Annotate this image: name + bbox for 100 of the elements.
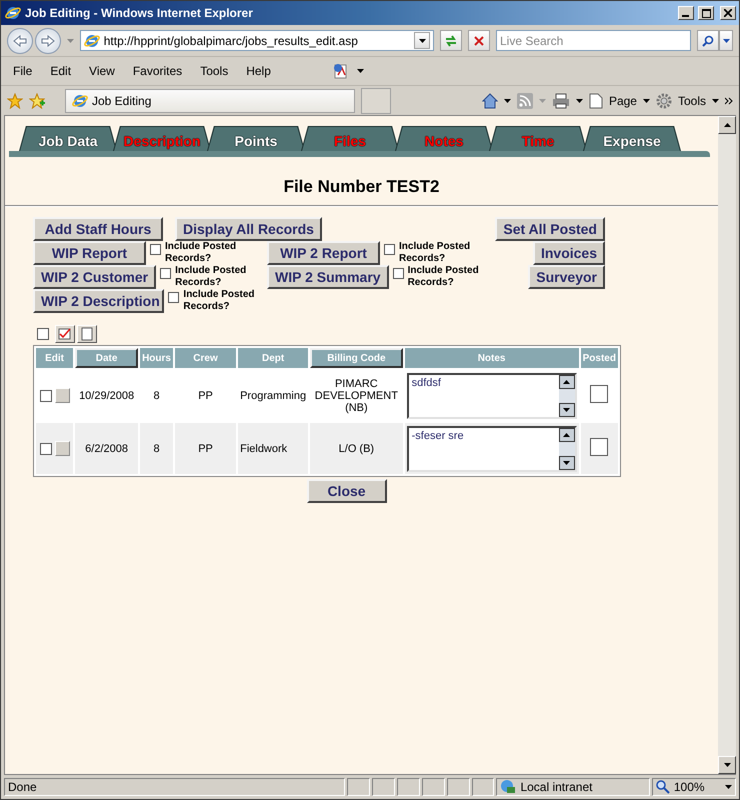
table-cell: L/O (B) bbox=[310, 423, 403, 474]
checkbox[interactable] bbox=[384, 244, 395, 255]
menu-item[interactable]: Tools bbox=[194, 64, 234, 78]
report-button[interactable]: WIP Report bbox=[33, 241, 146, 265]
table-cell: 6/2/2008 bbox=[75, 423, 138, 474]
zoom-icon bbox=[656, 780, 670, 794]
down-arrow-icon bbox=[66, 38, 74, 42]
down-arrow-icon bbox=[724, 763, 730, 767]
back-arrow-icon bbox=[12, 34, 27, 46]
stop-button[interactable] bbox=[468, 30, 490, 51]
star-icon[interactable] bbox=[7, 92, 23, 108]
posted-checkbox[interactable] bbox=[590, 438, 608, 456]
column-header: Posted bbox=[580, 348, 618, 368]
option-label: Include Posted Records? bbox=[165, 241, 238, 265]
forward-button[interactable] bbox=[34, 28, 61, 54]
close-page-button[interactable]: Close bbox=[306, 479, 386, 503]
action-button[interactable]: Add Staff Hours bbox=[33, 217, 163, 241]
up-arrow-icon bbox=[563, 380, 570, 384]
down-arrow-icon bbox=[576, 98, 583, 102]
browser-tab[interactable]: Job Editing bbox=[65, 88, 355, 112]
posted-checkbox[interactable] bbox=[590, 385, 608, 403]
report-button[interactable]: WIP 2 Description bbox=[33, 289, 164, 313]
search-button[interactable] bbox=[697, 30, 720, 51]
refresh-button[interactable] bbox=[440, 30, 462, 51]
menu-item[interactable]: View bbox=[83, 64, 121, 78]
globe-e-icon bbox=[5, 5, 21, 21]
table-cell: Fieldwork bbox=[238, 423, 308, 474]
checkbox[interactable] bbox=[150, 244, 161, 255]
page-icon bbox=[588, 92, 603, 108]
status-pane bbox=[372, 778, 396, 796]
row-checkbox[interactable] bbox=[40, 390, 52, 402]
down-arrow-icon bbox=[563, 408, 570, 412]
checkbox[interactable] bbox=[168, 292, 180, 303]
url-input[interactable]: http://hpprint/globalpimarc/jobs_results_edit.asp bbox=[104, 34, 410, 48]
down-arrow-icon bbox=[563, 460, 570, 464]
status-pane bbox=[446, 778, 470, 796]
maximize-icon bbox=[702, 8, 710, 18]
globe-e-icon bbox=[84, 32, 100, 48]
select-all-checkbox[interactable] bbox=[37, 328, 49, 340]
status-text: Done bbox=[8, 780, 37, 794]
page-tab[interactable]: Expense bbox=[583, 126, 681, 151]
down-arrow-icon bbox=[722, 38, 730, 42]
up-arrow-icon bbox=[724, 123, 730, 127]
report-button[interactable]: WIP 2 Summary bbox=[267, 265, 389, 289]
report-button[interactable]: WIP 2 Customer bbox=[33, 265, 156, 289]
check-icon bbox=[58, 328, 72, 340]
column-header: Hours bbox=[140, 348, 173, 368]
address-field[interactable]: http://hpprint/globalpimarc/jobs_results_edit.asp bbox=[80, 30, 434, 51]
action-button[interactable]: Invoices bbox=[532, 241, 605, 265]
minimize-button[interactable] bbox=[678, 6, 694, 20]
edit-button[interactable] bbox=[54, 441, 70, 456]
refresh-icon bbox=[444, 34, 458, 46]
back-button[interactable] bbox=[7, 28, 33, 54]
checkbox[interactable] bbox=[160, 268, 172, 279]
status-pane bbox=[472, 778, 494, 796]
globe-e-icon bbox=[72, 92, 88, 108]
dropdown-button[interactable] bbox=[414, 32, 430, 49]
window-title: Job Editing - Windows Internet Explorer bbox=[25, 6, 254, 20]
option-label: Include Posted Records? bbox=[408, 265, 480, 289]
row-checkbox[interactable] bbox=[40, 442, 52, 454]
edit-button[interactable] bbox=[54, 388, 70, 403]
close-button[interactable] bbox=[720, 6, 736, 20]
add-star-icon[interactable] bbox=[29, 92, 45, 108]
down-arrow-icon bbox=[712, 98, 719, 102]
maximize-button[interactable] bbox=[698, 6, 714, 20]
menu-item[interactable]: Favorites bbox=[126, 64, 188, 78]
menu-item[interactable]: Help bbox=[240, 64, 277, 78]
report-button[interactable]: WIP 2 Report bbox=[267, 241, 380, 265]
search-options-button[interactable] bbox=[719, 30, 733, 51]
notes-field[interactable]: sdfdsf bbox=[406, 372, 577, 418]
checkbox[interactable] bbox=[392, 268, 404, 279]
page-heading: File Number TEST2 bbox=[282, 177, 440, 197]
printer-icon[interactable] bbox=[552, 92, 570, 108]
down-arrow-icon bbox=[642, 98, 650, 102]
zone-text: Local intranet bbox=[520, 780, 592, 794]
command-menu[interactable]: Tools bbox=[678, 94, 706, 108]
status-pane bbox=[397, 778, 420, 796]
page-tab[interactable]: Job Data bbox=[19, 126, 117, 151]
search-input[interactable]: Live Search bbox=[500, 34, 688, 48]
check-all-button[interactable] bbox=[55, 325, 75, 343]
down-arrow-icon bbox=[725, 785, 732, 789]
close-icon bbox=[474, 36, 484, 46]
home-icon[interactable] bbox=[482, 92, 498, 108]
chevron-icon[interactable] bbox=[725, 96, 733, 104]
search-icon bbox=[702, 34, 714, 46]
table-cell: PP bbox=[174, 423, 236, 474]
scrollbar[interactable] bbox=[718, 116, 736, 774]
action-button[interactable]: Set All Posted bbox=[495, 217, 605, 241]
notes-field[interactable]: -sfeser sre bbox=[406, 426, 577, 472]
clear-all-button[interactable] bbox=[77, 325, 97, 343]
down-arrow-icon bbox=[504, 98, 511, 102]
command-menu[interactable]: Page bbox=[608, 94, 637, 108]
action-button[interactable]: Surveyor bbox=[528, 265, 605, 289]
search-field[interactable]: Live Search bbox=[496, 30, 692, 51]
column-header: Crew bbox=[174, 348, 236, 368]
action-button[interactable]: Display All Records bbox=[175, 217, 322, 241]
page-tab[interactable]: Points bbox=[207, 126, 305, 151]
option-label: Include Posted Records? bbox=[183, 289, 256, 313]
menu-item[interactable]: Edit bbox=[44, 64, 78, 78]
menu-item[interactable]: File bbox=[7, 64, 38, 78]
